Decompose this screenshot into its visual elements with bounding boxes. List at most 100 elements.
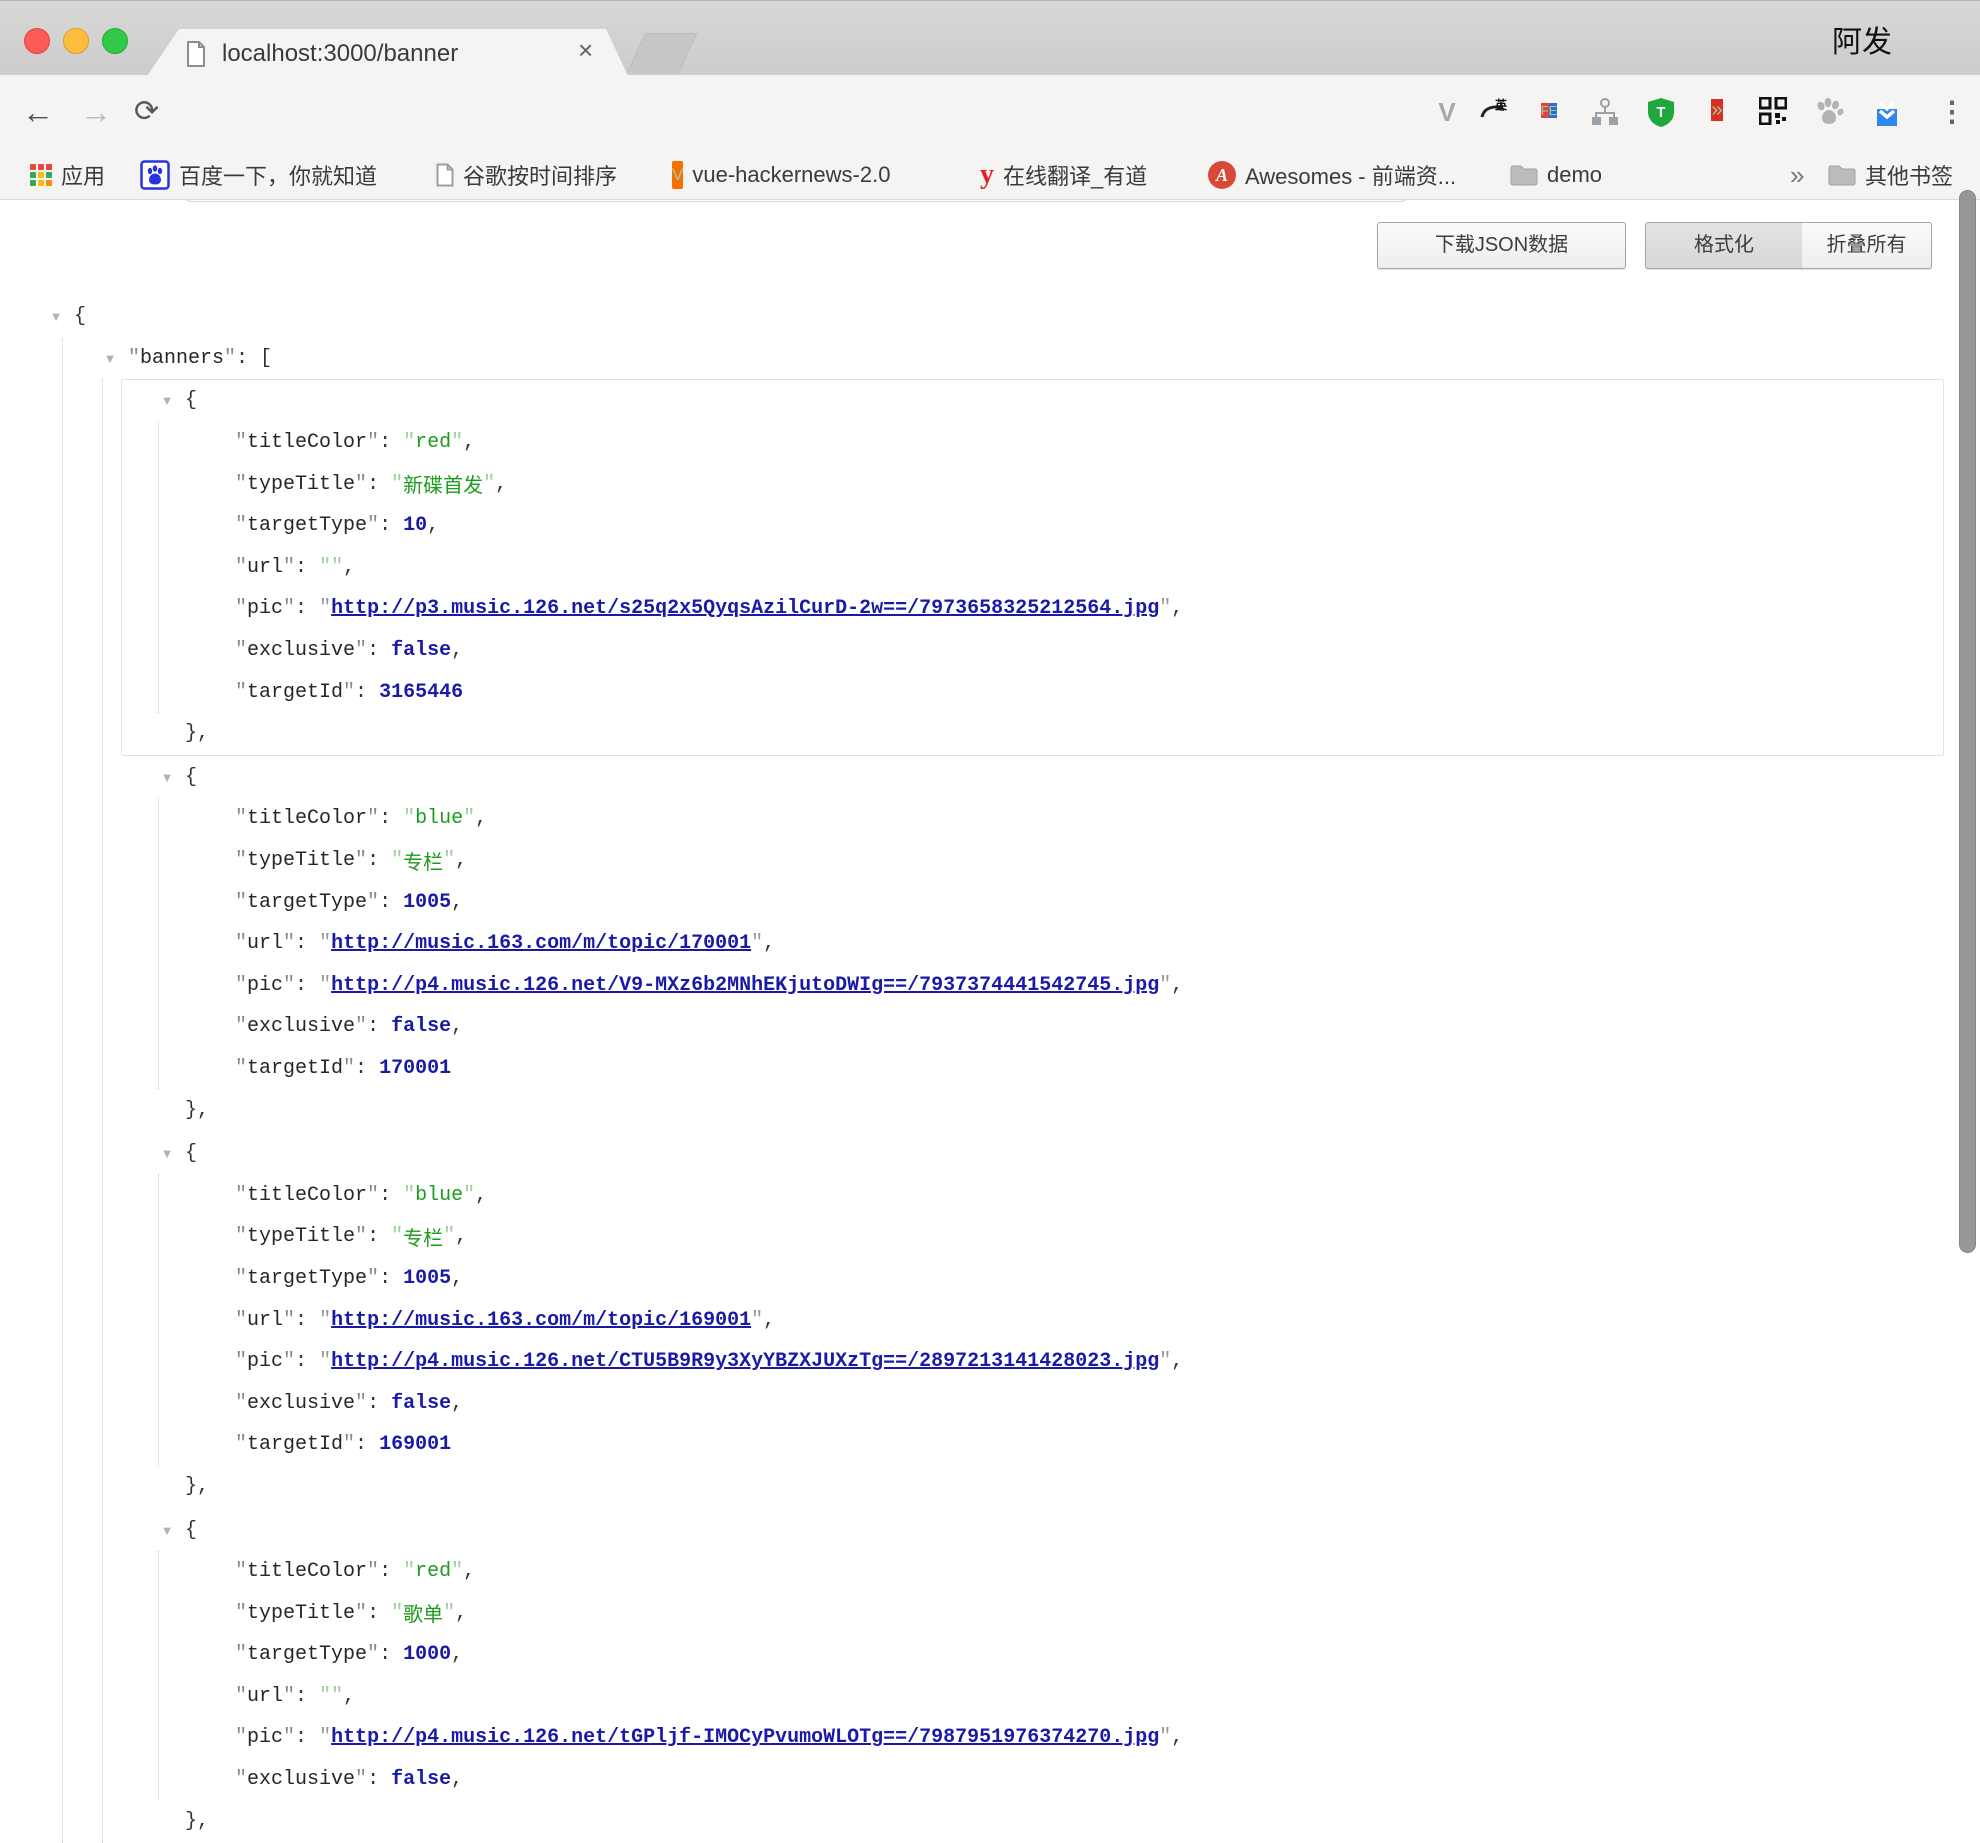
- json-key: targetId: [247, 1433, 343, 1456]
- bookmark-youdao-translate[interactable]: y 在线翻译_有道: [980, 150, 1147, 200]
- qr-code-extension-icon[interactable]: [1758, 97, 1788, 127]
- brace: {: [185, 1142, 197, 1165]
- json-property-row: "targetId": 3165446: [159, 671, 1943, 713]
- window-zoom-button[interactable]: [102, 28, 128, 54]
- json-key: url: [247, 1309, 283, 1332]
- quote: ": [319, 597, 331, 620]
- punct: :: [295, 974, 319, 997]
- json-root-row: ▼{: [0, 296, 1980, 338]
- paw-extension-icon[interactable]: [1814, 97, 1844, 127]
- json-link[interactable]: http://p3.music.126.net/s25q2x5QyqsAzilC…: [331, 597, 1159, 620]
- other-bookmarks-folder[interactable]: 其他书签: [1828, 150, 1953, 200]
- json-property-row: "titleColor": "blue",: [159, 798, 1943, 840]
- bookmark-google-sort[interactable]: 谷歌按时间排序: [436, 150, 617, 200]
- window-close-button[interactable]: [24, 28, 50, 54]
- video-speed-extension-icon[interactable]: »: [1702, 97, 1732, 127]
- back-icon[interactable]: ←: [22, 93, 54, 131]
- quote: ": [463, 1184, 475, 1207]
- quote: ": [235, 1225, 247, 1248]
- bookmark-awesomes[interactable]: A Awesomes - 前端资...: [1208, 150, 1456, 200]
- brace: },: [185, 1475, 209, 1498]
- punct: : [: [236, 347, 272, 370]
- json-link[interactable]: http://music.163.com/m/topic/169001: [331, 1309, 751, 1332]
- vertical-scrollbar-thumb[interactable]: [1959, 190, 1976, 1253]
- fe-extension-icon[interactable]: FE: [1534, 97, 1564, 127]
- quote: ": [443, 849, 455, 872]
- collapse-all-button[interactable]: 折叠所有: [1802, 222, 1932, 269]
- json-link[interactable]: http://p4.music.126.net/V9-MXz6b2MNhEKju…: [331, 974, 1159, 997]
- collapse-triangle-icon[interactable]: ▼: [158, 770, 176, 785]
- quote: ": [283, 1309, 295, 1332]
- quote: ": [235, 1309, 247, 1332]
- json-property-row: "exclusive": false,: [159, 630, 1943, 672]
- quote: ": [451, 1560, 463, 1583]
- browser-profile-name[interactable]: 阿发: [1832, 17, 1892, 61]
- json-value: blue: [415, 1184, 463, 1207]
- quote: ": [235, 891, 247, 914]
- comma: ,: [451, 1643, 463, 1666]
- json-link[interactable]: http://p4.music.126.net/tGPljf-IMOCyPvum…: [331, 1726, 1159, 1749]
- json-object-close-row: },: [122, 713, 1943, 755]
- bookmark-apps[interactable]: 应用: [30, 150, 105, 200]
- bookmark-vue-hackernews[interactable]: V vue-hackernews-2.0: [672, 150, 890, 200]
- json-link[interactable]: http://music.163.com/m/topic/170001: [331, 932, 751, 955]
- json-key: titleColor: [247, 1184, 367, 1207]
- browser-menu-icon[interactable]: ⋮: [1938, 95, 1966, 128]
- tab-close-icon[interactable]: ×: [578, 37, 593, 63]
- quote: ": [235, 1602, 247, 1625]
- comma: ,: [1171, 974, 1183, 997]
- json-key: targetType: [247, 891, 367, 914]
- comma: ,: [463, 1560, 475, 1583]
- collapse-triangle-icon[interactable]: ▼: [47, 309, 65, 324]
- bookmarks-overflow-chevron[interactable]: »: [1790, 150, 1804, 200]
- json-children: "titleColor": "blue","typeTitle": "专栏","…: [158, 1174, 1943, 1465]
- json-property-row: "targetId": 169001: [159, 1424, 1943, 1466]
- quote: ": [235, 556, 247, 579]
- tab-title: localhost:3000/banner: [222, 40, 458, 68]
- downloader-extension-icon[interactable]: [1872, 97, 1902, 127]
- quote: ": [1159, 1726, 1171, 1749]
- json-property-row: "targetId": 170001: [159, 1048, 1943, 1090]
- collapse-triangle-icon[interactable]: ▼: [101, 351, 119, 366]
- translate-extension-icon[interactable]: 英: [1478, 97, 1508, 127]
- collapse-triangle-icon[interactable]: ▼: [158, 393, 176, 408]
- json-children: ▼"banners": [▼{"titleColor": "red","type…: [62, 338, 1980, 1843]
- json-object-open-row: ▼{: [122, 757, 1943, 799]
- json-object-open-row: ▼{: [122, 1509, 1943, 1551]
- collapse-triangle-icon[interactable]: ▼: [158, 1523, 176, 1538]
- bookmark-baidu[interactable]: 百度一下，你就知道: [140, 150, 377, 200]
- comma: ,: [763, 932, 775, 955]
- new-tab-button[interactable]: [627, 33, 698, 73]
- quote: ": [331, 1685, 343, 1708]
- quote: ": [235, 974, 247, 997]
- collapse-triangle-icon[interactable]: ▼: [158, 1146, 176, 1161]
- download-json-button[interactable]: 下载JSON数据: [1377, 222, 1626, 269]
- json-link[interactable]: http://p4.music.126.net/CTU5B9R9y3XyYBZX…: [331, 1350, 1159, 1373]
- org-chart-extension-icon[interactable]: [1590, 97, 1620, 127]
- json-property-row: "exclusive": false,: [159, 1382, 1943, 1424]
- bookmark-demo-folder[interactable]: demo: [1510, 150, 1602, 200]
- json-children: ▼{"titleColor": "red","typeTitle": "新碟首发…: [102, 379, 1980, 1843]
- quote: ": [355, 1225, 367, 1248]
- window-minimize-button[interactable]: [63, 28, 89, 54]
- quote: ": [1159, 974, 1171, 997]
- quote: ": [235, 1267, 247, 1290]
- tampermonkey-shield-extension-icon[interactable]: T: [1646, 97, 1676, 127]
- format-button[interactable]: 格式化: [1645, 222, 1803, 269]
- json-property-row: "url": "",: [159, 1676, 1943, 1718]
- json-object-close-row: },: [122, 1466, 1943, 1508]
- awesomes-a-icon: A: [1208, 161, 1236, 189]
- punct: :: [355, 1433, 379, 1456]
- quote: ": [403, 807, 415, 830]
- page-icon: [436, 163, 454, 187]
- comma: ,: [451, 639, 463, 662]
- comma: ,: [475, 1184, 487, 1207]
- reload-icon[interactable]: ⟳: [134, 93, 159, 131]
- comma: ,: [451, 1015, 463, 1038]
- json-children: "titleColor": "red","typeTitle": "新碟首发",…: [158, 422, 1943, 713]
- json-value: red: [415, 431, 451, 454]
- vue-devtools-extension-icon[interactable]: V: [1432, 97, 1462, 127]
- json-property-row: "typeTitle": "歌单",: [159, 1592, 1943, 1634]
- comma: ,: [343, 1685, 355, 1708]
- comma: ,: [495, 473, 507, 496]
